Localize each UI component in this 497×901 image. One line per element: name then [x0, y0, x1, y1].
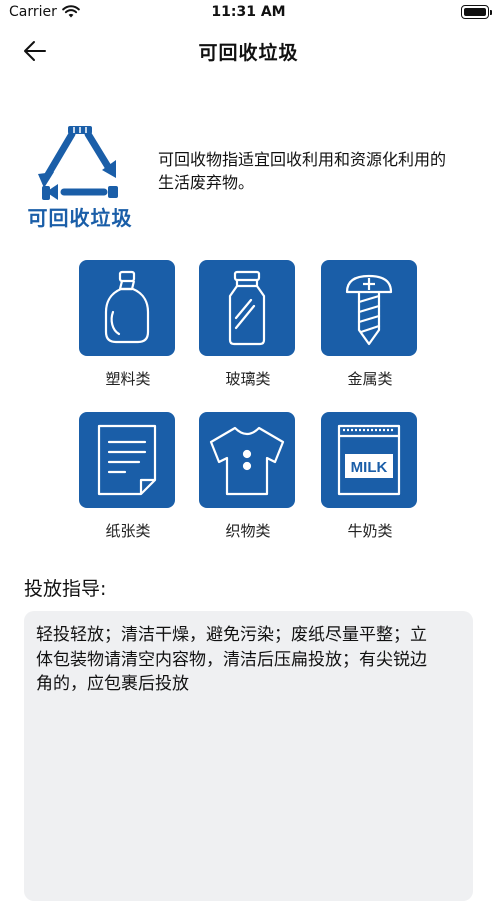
category-label: 金属类 [347, 370, 393, 388]
plastic-bottle-icon [104, 270, 150, 344]
category-milk[interactable]: MILK 牛奶类 [321, 412, 419, 541]
category-description: 可回收物指适宜回收利用和资源化利用的生活废弃物。 [158, 150, 447, 192]
category-metal[interactable]: 金属类 [321, 260, 419, 389]
category-textile[interactable]: 织物类 [199, 412, 297, 541]
paper-icon [97, 424, 157, 496]
guidance-text: 轻投轻放；清洁干燥，避免污染；废纸尽量平整；立体包装物请清空内容物，清洁后压扁投… [36, 625, 427, 694]
category-glass[interactable]: 玻璃类 [199, 260, 297, 389]
shirt-icon [209, 426, 285, 496]
milk-carton-icon: MILK [337, 424, 401, 496]
category-label: 纸张类 [105, 522, 151, 540]
battery-icon [461, 5, 492, 19]
guidance-title: 投放指导: [24, 578, 107, 600]
clock: 11:31 AM [211, 4, 286, 20]
category-plastic[interactable]: 塑料类 [79, 260, 177, 389]
category-label: 织物类 [225, 522, 271, 540]
category-glass-tile[interactable] [199, 260, 295, 356]
status-bar: Carrier 11:31 AM [0, 0, 497, 26]
category-label: 牛奶类 [347, 522, 393, 540]
milk-text: MILK [351, 459, 388, 476]
category-label: 玻璃类 [225, 370, 271, 388]
category-paper-tile[interactable] [79, 412, 175, 508]
category-metal-tile[interactable] [321, 260, 417, 356]
category-plastic-tile[interactable] [79, 260, 175, 356]
logo-label: 可回收垃圾 [27, 206, 133, 230]
category-label: 塑料类 [105, 370, 151, 388]
category-milk-tile[interactable]: MILK [321, 412, 417, 508]
glass-bottle-icon [228, 270, 266, 346]
screw-icon [345, 274, 393, 346]
page-title: 可回收垃圾 [198, 42, 299, 64]
category-textile-tile[interactable] [199, 412, 295, 508]
category-paper[interactable]: 纸张类 [79, 412, 177, 541]
